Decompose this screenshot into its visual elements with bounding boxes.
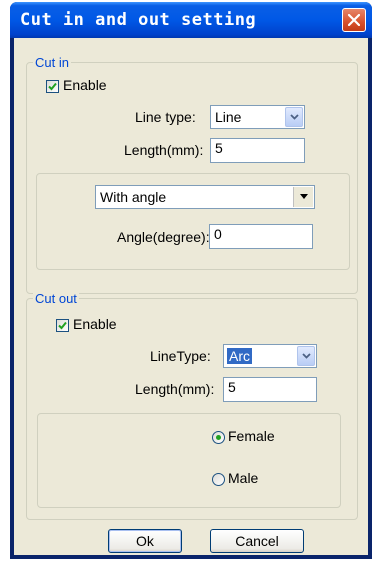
cut-in-angle-panel: With angle Angle(degree): 0	[36, 173, 350, 270]
dialog-window: Cut in and out setting Cut in Enable Lin…	[10, 2, 372, 559]
cut-in-angle-mode-select[interactable]: With angle	[95, 185, 315, 209]
caret-down-icon	[300, 194, 308, 199]
cut-out-length-label: Length(mm):	[135, 381, 215, 397]
cut-in-line-type-label: Line type:	[135, 109, 196, 125]
checkmark-icon	[58, 321, 67, 330]
cut-out-length-input[interactable]: 5	[223, 377, 317, 402]
cut-in-enable-checkbox[interactable]	[46, 80, 59, 93]
dialog-title: Cut in and out setting	[20, 10, 257, 30]
cut-in-length-label: Length(mm):	[124, 142, 204, 158]
cut-out-line-type-value: Arc	[227, 348, 252, 364]
cut-in-line-type-select[interactable]: Line	[210, 105, 305, 129]
cut-in-angle-input[interactable]: 0	[209, 224, 313, 249]
close-button[interactable]	[342, 8, 366, 32]
female-radio-label[interactable]: Female	[228, 428, 275, 444]
cut-in-angle-mode-value: With angle	[100, 189, 167, 205]
dialog-body: Cut in Enable Line type: Line Length(mm)…	[14, 38, 368, 555]
cut-out-line-type-label: LineType:	[150, 348, 211, 364]
dropdown-button[interactable]	[285, 107, 303, 127]
dropdown-button[interactable]	[297, 346, 315, 366]
checkmark-icon	[48, 82, 57, 91]
cancel-button[interactable]: Cancel	[210, 529, 304, 553]
cut-out-direction-panel: Female Male	[37, 413, 341, 508]
dropdown-button[interactable]	[293, 187, 313, 207]
cut-in-angle-label: Angle(degree):	[117, 229, 210, 245]
ok-button[interactable]: Ok	[108, 529, 182, 553]
cut-out-line-type-select[interactable]: Arc	[223, 344, 317, 368]
chevron-down-icon	[290, 114, 299, 120]
cut-in-group: Cut in Enable Line type: Line Length(mm)…	[26, 55, 358, 294]
cut-in-line-type-value: Line	[215, 109, 242, 125]
cut-out-enable-label[interactable]: Enable	[73, 316, 117, 332]
cut-out-enable-checkbox[interactable]	[56, 319, 69, 332]
cut-in-enable-label[interactable]: Enable	[63, 77, 107, 93]
cut-in-legend: Cut in	[33, 55, 71, 70]
radio-selected-dot	[216, 435, 221, 440]
female-radio[interactable]	[212, 431, 225, 444]
male-radio[interactable]	[212, 473, 225, 486]
cut-out-group: Cut out Enable LineType: Arc Length(mm):…	[26, 291, 358, 520]
cut-in-length-input[interactable]: 5	[210, 138, 305, 163]
close-icon	[348, 14, 360, 26]
chevron-down-icon	[302, 353, 311, 359]
cut-out-legend: Cut out	[33, 291, 79, 306]
title-bar[interactable]: Cut in and out setting	[10, 2, 372, 38]
male-radio-label[interactable]: Male	[228, 470, 258, 486]
